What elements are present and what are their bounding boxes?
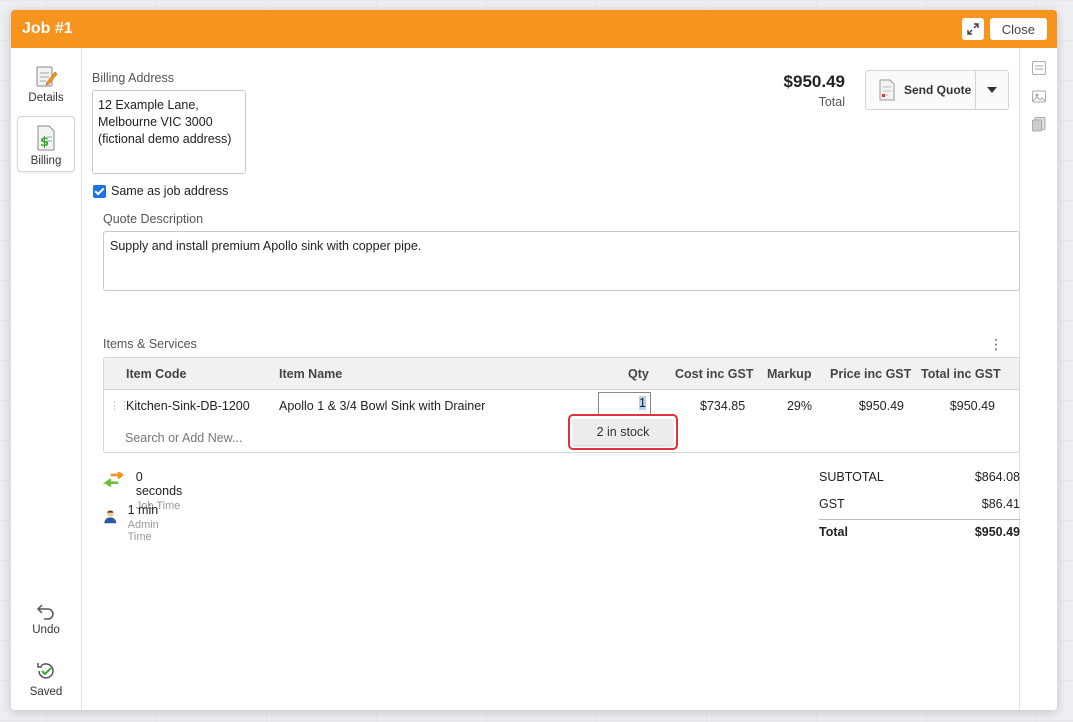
modal-title: Job #1 xyxy=(22,20,73,37)
nav-undo-label: Undo xyxy=(32,624,60,636)
notepad-pencil-icon xyxy=(36,66,57,87)
send-quote-dropdown[interactable] xyxy=(976,71,1008,109)
items-table-header: Item Code Item Name Qty Cost inc GST Mar… xyxy=(104,358,1019,390)
address-line-2: Melbourne VIC 3000 xyxy=(98,115,213,129)
nav-billing-label: Billing xyxy=(30,155,62,167)
col-markup: Markup xyxy=(767,367,812,381)
job-time-value: 0 seconds xyxy=(135,470,183,498)
qty-value: 1 xyxy=(639,396,646,410)
send-quote-button-group: Send Quote xyxy=(865,70,1009,110)
nav-billing[interactable]: $ Billing xyxy=(17,116,75,172)
billing-address-input[interactable]: 12 Example Lane, Melbourne VIC 3000 (fic… xyxy=(92,90,246,174)
person-avatar-icon xyxy=(104,510,117,524)
left-nav: Details $ Billing Undo Saved xyxy=(11,48,82,710)
modal-titlebar: Job #1 Close xyxy=(11,10,1057,48)
quote-total-label: Total xyxy=(818,95,845,109)
total-label: Total xyxy=(819,525,848,539)
admin-time-value: 1 min xyxy=(127,503,159,517)
same-as-job-label: Same as job address xyxy=(111,184,229,198)
billing-address-label: Billing Address xyxy=(92,71,174,85)
nav-details[interactable]: Details xyxy=(17,52,75,108)
quote-description-label: Quote Description xyxy=(103,212,204,226)
close-button[interactable]: Close xyxy=(989,18,1047,40)
expand-icon xyxy=(967,23,979,35)
send-quote-button[interactable]: Send Quote xyxy=(866,71,976,109)
undo-icon xyxy=(36,604,54,620)
col-price: Price inc GST xyxy=(830,367,912,381)
photos-icon[interactable] xyxy=(1031,88,1047,104)
nav-saved-label: Saved xyxy=(29,686,63,698)
kebab-menu-icon[interactable]: ⋮ xyxy=(989,336,1003,353)
expand-button[interactable] xyxy=(961,18,984,40)
notes-icon[interactable] xyxy=(1031,60,1047,76)
right-toolbar xyxy=(1019,48,1057,710)
table-row[interactable]: ⋮⋮ Kitchen-Sink-DB-1200 Apollo 1 & 3/4 B… xyxy=(104,391,1019,421)
quote-total-amount: $950.49 xyxy=(783,72,845,91)
row-item-name: Apollo 1 & 3/4 Bowl Sink with Drainer xyxy=(279,399,486,413)
col-total: Total inc GST xyxy=(921,367,1001,381)
subtotal-value: $864.08 xyxy=(974,470,1020,484)
admin-time-label: Admin Time xyxy=(127,519,159,543)
nav-undo[interactable]: Undo xyxy=(17,584,75,640)
nav-details-label: Details xyxy=(28,92,64,104)
caret-down-icon xyxy=(987,87,997,93)
total-value: $950.49 xyxy=(974,525,1020,539)
same-as-job-checkbox[interactable] xyxy=(93,184,106,198)
documents-icon[interactable] xyxy=(1031,116,1047,132)
col-item-code: Item Code xyxy=(126,367,187,381)
total-row: Total $950.49 xyxy=(819,525,1020,545)
nav-saved: Saved xyxy=(17,646,75,702)
quote-document-icon xyxy=(879,79,895,101)
items-section-label: Items & Services xyxy=(103,337,197,351)
quote-description-input[interactable]: Supply and install premium Apollo sink w… xyxy=(103,231,1020,291)
row-price: $950.49 xyxy=(858,399,904,413)
address-line-1: 12 Example Lane, xyxy=(98,98,199,112)
col-item-name: Item Name xyxy=(279,367,343,381)
stock-popup: 2 in stock xyxy=(573,419,673,445)
stock-popup-highlight: 2 in stock xyxy=(568,414,678,450)
billing-panel: Billing Address 12 Example Lane, Melbour… xyxy=(92,48,1020,710)
subtotal-row: SUBTOTAL $864.08 xyxy=(819,470,1020,490)
same-as-job-row[interactable]: Same as job address xyxy=(93,184,228,198)
search-add-item-input[interactable]: Search or Add New... xyxy=(125,431,242,445)
gst-value: $86.41 xyxy=(981,497,1020,511)
gst-label: GST xyxy=(819,497,845,511)
saved-check-icon xyxy=(37,663,54,679)
col-qty: Qty xyxy=(628,367,649,381)
items-table: Item Code Item Name Qty Cost inc GST Mar… xyxy=(103,357,1020,453)
row-item-code: Kitchen-Sink-DB-1200 xyxy=(126,399,250,413)
job-modal: Job #1 Close Details $ Billing Undo Save… xyxy=(11,10,1057,710)
swap-arrows-icon xyxy=(103,472,124,487)
admin-time-row: 1 min Admin Time xyxy=(103,503,166,543)
summary-divider xyxy=(819,519,1020,520)
row-markup: 29% xyxy=(786,399,812,413)
gst-row: GST $86.41 xyxy=(819,497,1020,517)
row-total: $950.49 xyxy=(949,399,995,413)
qty-input[interactable]: 1 xyxy=(598,392,651,415)
invoice-dollar-icon: $ xyxy=(37,125,55,151)
send-quote-label: Send Quote xyxy=(904,83,972,97)
subtotal-label: SUBTOTAL xyxy=(819,470,884,484)
col-cost: Cost inc GST xyxy=(675,367,754,381)
row-cost: $734.85 xyxy=(700,399,746,413)
address-line-3: (fictional demo address) xyxy=(98,132,232,146)
